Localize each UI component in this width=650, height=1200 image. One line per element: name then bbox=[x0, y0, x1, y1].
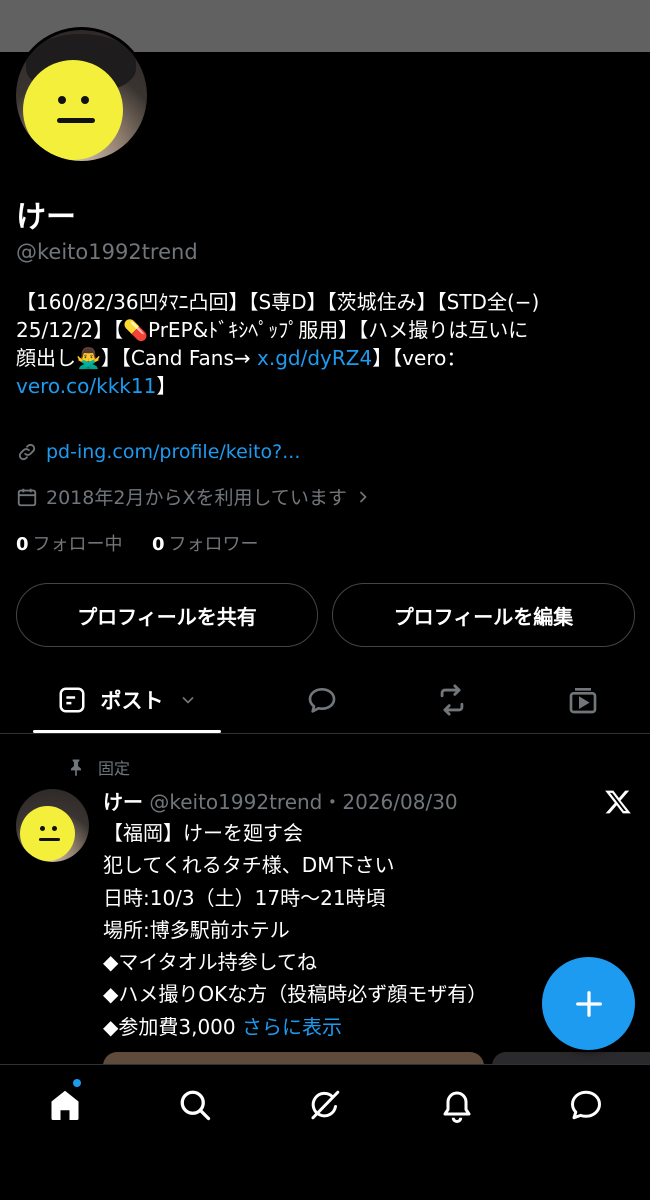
notifications-icon bbox=[443, 1091, 471, 1123]
followers-label: フォロワー bbox=[168, 534, 259, 555]
grok-icon bbox=[311, 1090, 340, 1120]
bio-line: 】 bbox=[156, 374, 177, 398]
tab-media[interactable] bbox=[556, 666, 610, 734]
home-icon bbox=[51, 1090, 79, 1120]
tab-posts[interactable]: ポスト bbox=[33, 666, 221, 734]
calendar-icon bbox=[17, 488, 37, 506]
plus-icon bbox=[575, 990, 602, 1017]
profile-name: けー bbox=[16, 200, 76, 235]
profile-handle: @keito1992trend bbox=[16, 240, 198, 264]
pinned-label: 固定 bbox=[98, 759, 131, 778]
profile-joined: 2018年2月からXを利用しています bbox=[46, 487, 347, 509]
profile-bio: 【160/82/36凹ﾀﾏﾆ凸回】【S専D】【茨城住み】【STD全(−) 25/… bbox=[16, 288, 641, 400]
link-icon bbox=[18, 443, 36, 461]
media-icon bbox=[569, 688, 597, 714]
tab-reposts[interactable] bbox=[425, 666, 479, 734]
pin-icon bbox=[71, 759, 81, 777]
share-profile-button[interactable]: プロフィールを共有 bbox=[16, 583, 318, 647]
active-tab-indicator bbox=[33, 730, 221, 733]
profile-avatar[interactable] bbox=[13, 27, 150, 164]
nav-notifications[interactable] bbox=[437, 1085, 477, 1125]
nav-grok[interactable] bbox=[305, 1085, 345, 1125]
edit-profile-button[interactable]: プロフィールを編集 bbox=[332, 583, 635, 647]
messages-icon bbox=[571, 1090, 601, 1120]
reply-icon bbox=[308, 688, 336, 713]
post-handle-date: @keito1992trend・2026/08/30 bbox=[143, 790, 458, 814]
bio-line: 【160/82/36凹ﾀﾏﾆ凸回】【S専D】【茨城住み】【STD全(−) bbox=[16, 290, 540, 314]
chevron-right-icon bbox=[359, 490, 367, 503]
pinned-label-row: 固定 bbox=[66, 755, 130, 779]
x-logo-icon bbox=[605, 790, 631, 814]
tab-replies[interactable] bbox=[295, 666, 349, 734]
face-sticker bbox=[23, 60, 123, 160]
bio-line: 】【vero： bbox=[372, 346, 467, 370]
followers-count: 0 bbox=[152, 534, 165, 555]
bottom-navigation bbox=[0, 1064, 650, 1200]
following-label: フォロー中 bbox=[32, 534, 123, 555]
post-avatar[interactable] bbox=[16, 789, 89, 862]
post-text: 【福岡】けーを廻す会 犯してくれるタチ様、DM下さい 日時:10/3（土）17時… bbox=[103, 821, 488, 1039]
bio-line: 顔出し🙅‍♂️】【Cand Fans→ bbox=[16, 346, 257, 370]
post-author[interactable]: けー bbox=[103, 790, 143, 814]
posts-icon bbox=[59, 687, 84, 713]
following-count: 0 bbox=[16, 534, 29, 555]
post-body[interactable]: 【福岡】けーを廻す会 犯してくれるタチ様、DM下さい 日時:10/3（土）17時… bbox=[103, 817, 573, 1043]
post-header: けー @keito1992trend・2026/08/30 bbox=[103, 786, 458, 815]
show-more-link[interactable]: さらに表示 bbox=[242, 1015, 342, 1039]
compose-post-button[interactable] bbox=[542, 957, 635, 1050]
following-link[interactable]: 0 フォロー中 bbox=[16, 534, 123, 555]
bio-link-vero[interactable]: vero.co/kkk11 bbox=[16, 374, 156, 398]
chevron-down-icon bbox=[181, 696, 194, 704]
tab-posts-label: ポスト bbox=[100, 689, 164, 713]
bio-link-candfans[interactable]: x.gd/dyRZ4 bbox=[257, 346, 372, 370]
profile-joined-row[interactable]: 2018年2月からXを利用しています bbox=[16, 483, 381, 510]
home-unread-dot bbox=[73, 1079, 81, 1087]
face-sticker bbox=[20, 806, 75, 861]
profile-website[interactable]: pd-ing.com/profile/keito?... bbox=[46, 441, 300, 463]
follow-stats: 0 フォロー中 0 フォロワー bbox=[16, 530, 259, 556]
nav-messages[interactable] bbox=[566, 1085, 606, 1125]
followers-link[interactable]: 0 フォロワー bbox=[152, 534, 259, 555]
nav-search[interactable] bbox=[175, 1085, 215, 1125]
profile-tabs: ポスト bbox=[0, 666, 650, 734]
repost-icon bbox=[440, 684, 464, 716]
profile-website-row[interactable]: pd-ing.com/profile/keito?... bbox=[16, 441, 300, 463]
nav-home[interactable] bbox=[45, 1085, 85, 1125]
bio-line: 25/12/2】【💊PrEP&ﾄﾞｷｼﾍﾟｯﾌﾟ服用】【ハメ撮りは互いに bbox=[16, 318, 529, 342]
search-icon bbox=[180, 1090, 211, 1121]
